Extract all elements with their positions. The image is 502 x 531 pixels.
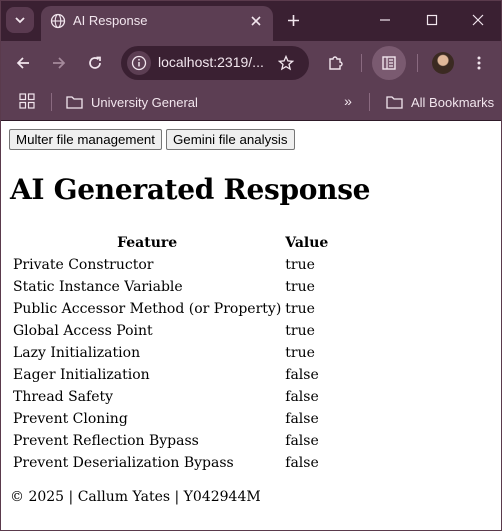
table-row: Public Accessor Method (or Property) true xyxy=(12,298,329,320)
site-info-button[interactable] xyxy=(127,51,151,75)
page-content: Multer file management Gemini file analy… xyxy=(0,122,502,531)
folder-icon xyxy=(66,96,83,109)
browser-toolbar: localhost:2319/... xyxy=(0,41,502,85)
column-header-value: Value xyxy=(285,235,329,251)
maximize-button[interactable] xyxy=(421,10,443,30)
table-row: Eager Initialization false xyxy=(12,364,329,386)
chevron-down-icon xyxy=(15,17,25,24)
feature-cell: Global Access Point xyxy=(13,323,153,339)
info-icon xyxy=(131,55,147,71)
feature-cell: Static Instance Variable xyxy=(13,279,183,295)
close-tab-button[interactable] xyxy=(247,12,265,30)
more-bookmarks-button[interactable]: » xyxy=(338,91,358,111)
feature-cell: Public Accessor Method (or Property) xyxy=(13,301,282,317)
maximize-icon xyxy=(426,14,438,26)
browser-menu-button[interactable] xyxy=(467,51,491,75)
globe-icon xyxy=(50,13,66,29)
profile-avatar[interactable] xyxy=(432,52,454,74)
arrow-right-icon xyxy=(53,57,66,69)
value-cell: false xyxy=(285,433,319,449)
reload-icon xyxy=(89,56,101,69)
value-cell: false xyxy=(285,411,319,427)
bookmark-folder-university-general[interactable]: University General xyxy=(66,91,198,113)
tab-title: AI Response xyxy=(73,13,148,28)
bookmark-label: University General xyxy=(91,94,198,110)
toolbar-divider xyxy=(361,54,362,72)
star-icon xyxy=(278,55,294,71)
features-table: Feature Value Private Constructor true Sta… xyxy=(10,232,331,474)
feature-cell: Eager Initialization xyxy=(13,367,150,383)
tab-strip: AI Response xyxy=(0,0,502,41)
close-window-button[interactable] xyxy=(467,10,489,30)
table-row: Prevent Deserialization Bypass false xyxy=(12,452,329,474)
back-button[interactable] xyxy=(11,51,35,75)
puzzle-icon xyxy=(329,56,343,70)
table-row: Static Instance Variable true xyxy=(12,276,329,298)
table-row: Thread Safety false xyxy=(12,386,329,408)
url-text: localhost:2319/... xyxy=(158,54,264,70)
arrow-left-icon xyxy=(16,57,29,69)
bookmarks-bar: University General » All Bookmarks xyxy=(0,85,502,121)
bookmarks-divider xyxy=(369,93,370,111)
table-row: Global Access Point true xyxy=(12,320,329,342)
feature-cell: Prevent Deserialization Bypass xyxy=(13,455,234,471)
bookmarks-divider xyxy=(51,93,52,111)
value-cell: true xyxy=(285,279,315,295)
table-header-row: Feature Value xyxy=(12,232,329,254)
new-tab-button[interactable] xyxy=(283,10,303,30)
table-row: Prevent Reflection Bypass false xyxy=(12,430,329,452)
all-bookmarks-label: All Bookmarks xyxy=(411,94,495,110)
reading-mode-icon xyxy=(382,56,396,70)
reload-button[interactable] xyxy=(83,51,107,75)
minimize-button[interactable] xyxy=(374,10,396,30)
table-row: Prevent Cloning false xyxy=(12,408,329,430)
action-buttons: Multer file management Gemini file analy… xyxy=(9,129,295,150)
forward-button[interactable] xyxy=(47,51,71,75)
feature-cell: Lazy Initialization xyxy=(13,345,141,361)
all-bookmarks-button[interactable]: All Bookmarks xyxy=(386,91,494,113)
page-footer: © 2025 | Callum Yates | Y042944M xyxy=(10,489,261,505)
table-row: Lazy Initialization true xyxy=(12,342,329,364)
value-cell: true xyxy=(285,323,315,339)
value-cell: true xyxy=(285,257,315,273)
gemini-file-analysis-button[interactable]: Gemini file analysis xyxy=(165,129,295,150)
address-bar[interactable]: localhost:2319/... xyxy=(121,46,309,80)
minimize-icon xyxy=(380,19,390,21)
value-cell: false xyxy=(285,389,319,405)
column-header-feature: Feature xyxy=(117,235,178,251)
reading-mode-button[interactable] xyxy=(372,46,406,80)
bookmark-star-button[interactable] xyxy=(275,52,297,74)
folder-icon xyxy=(386,96,403,109)
multer-file-management-button[interactable]: Multer file management xyxy=(9,129,162,150)
value-cell: true xyxy=(285,345,315,361)
more-vertical-icon xyxy=(477,56,481,70)
close-icon xyxy=(251,16,261,26)
value-cell: false xyxy=(285,367,319,383)
extensions-button[interactable] xyxy=(323,51,347,75)
feature-cell: Prevent Reflection Bypass xyxy=(13,433,199,449)
tab-ai-response[interactable]: AI Response xyxy=(41,6,273,41)
tab-search-button[interactable] xyxy=(6,7,34,33)
toolbar-divider xyxy=(417,54,418,72)
value-cell: false xyxy=(285,455,319,471)
plus-icon xyxy=(287,14,299,26)
page-heading: AI Generated Response xyxy=(10,173,371,206)
table-row: Private Constructor true xyxy=(12,254,329,276)
feature-cell: Prevent Cloning xyxy=(13,411,128,427)
apps-grid-icon[interactable] xyxy=(19,93,35,109)
close-icon xyxy=(472,14,484,26)
feature-cell: Private Constructor xyxy=(13,257,154,273)
feature-cell: Thread Safety xyxy=(13,389,114,405)
value-cell: true xyxy=(285,301,315,317)
